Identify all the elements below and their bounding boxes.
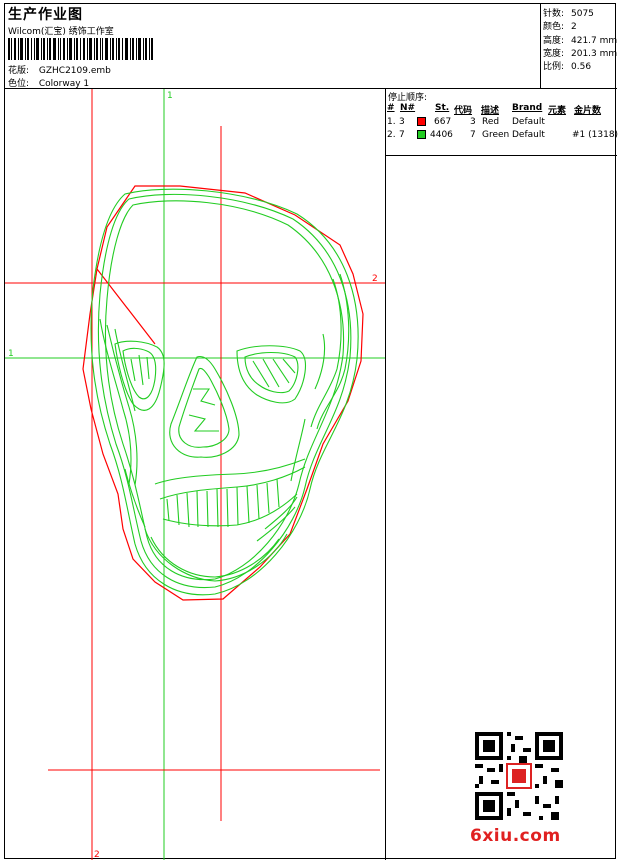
stat-value: 421.7 mm <box>571 36 618 46</box>
barcode <box>8 38 153 60</box>
stat-label: 宽度: <box>543 49 565 59</box>
company-name: Wilcom(汇宝) 绣饰工作室 <box>8 27 114 37</box>
stat-label: 比例: <box>543 62 565 72</box>
production-worksheet: 生产作业图 Wilcom(汇宝) 绣饰工作室 花版: GZHC2109.emb … <box>4 3 619 860</box>
color-swatch-red <box>417 117 426 126</box>
skull-embroidery-drawing: 1 1 2 2 <box>5 89 385 860</box>
axis-marker-green-v: 1 <box>167 91 173 101</box>
design-stats: 针数: 5075 颜色: 2 高度: 421.7 mm 宽度: 201.3 mm 比例:… <box>541 4 617 89</box>
stat-value: 5075 <box>571 9 594 19</box>
design-label: 花版: <box>8 66 30 76</box>
design-preview: 1 1 2 2 <box>5 89 386 860</box>
row-stitches: 4406 <box>430 130 453 140</box>
row-brand: Default <box>512 117 545 127</box>
stat-height: 高度: 421.7 mm <box>543 33 617 46</box>
col-header-element: 元素 <box>548 106 567 116</box>
stat-label: 高度: <box>543 36 565 46</box>
row-brand: Default <box>512 130 545 140</box>
design-file-row: 花版: GZHC2109.emb <box>8 63 111 76</box>
row-desc: Red <box>482 117 500 127</box>
axis-marker-red-v: 2 <box>94 850 100 860</box>
stat-label: 颜色: <box>543 22 565 32</box>
colorway-label: 色位: <box>8 79 30 89</box>
stat-value: 201.3 mm <box>571 49 618 59</box>
color-swatch-green <box>417 130 426 139</box>
stat-label: 针数: <box>543 9 565 19</box>
stat-width: 宽度: 201.3 mm <box>543 46 617 59</box>
stat-colors: 颜色: 2 <box>543 19 577 32</box>
col-header-code: 代码 <box>454 106 473 116</box>
stat-stitches: 针数: 5075 <box>543 6 594 19</box>
col-header-desc: 描述 <box>481 106 500 116</box>
row-desc: Green <box>482 130 510 140</box>
page-title: 生产作业图 <box>8 7 83 23</box>
green-stitches <box>90 188 359 596</box>
stat-scale: 比例: 0.56 <box>543 59 591 72</box>
stat-value: 2 <box>571 22 577 32</box>
row-index: 2. <box>387 130 396 140</box>
col-header-sequins: 金片数 <box>574 106 602 116</box>
col-header-needle: N# <box>400 103 416 113</box>
header-info: 生产作业图 Wilcom(汇宝) 绣饰工作室 花版: GZHC2109.emb … <box>5 4 541 89</box>
col-header-index: # <box>387 103 395 113</box>
row-stitches: 667 <box>434 117 452 127</box>
row-needle: 7 <box>399 130 405 140</box>
colorway-name: Colorway 1 <box>38 79 90 89</box>
axis-marker-green-h: 1 <box>8 349 14 359</box>
row-code: 7 <box>470 130 476 140</box>
site-watermark: 6xiu.com <box>470 826 561 846</box>
row-code: 3 <box>470 117 476 127</box>
row-needle: 3 <box>399 117 405 127</box>
col-header-brand: Brand <box>512 103 543 113</box>
axis-marker-red-h: 2 <box>372 274 378 284</box>
row-index: 1. <box>387 117 396 127</box>
qr-code <box>475 732 563 820</box>
design-file-name: GZHC2109.emb <box>38 66 111 76</box>
row-sequins: #1 (1318) <box>572 130 619 140</box>
col-header-stitches: St. <box>435 103 450 113</box>
stop-sequence-title: 停止顺序: <box>388 93 428 103</box>
colorway-row: 色位: Colorway 1 <box>8 76 89 89</box>
stop-sequence-panel: 停止顺序: # N# St. 代码 描述 Brand 元素 金片数 1. 3 6… <box>386 89 619 156</box>
stat-value: 0.56 <box>571 62 592 72</box>
